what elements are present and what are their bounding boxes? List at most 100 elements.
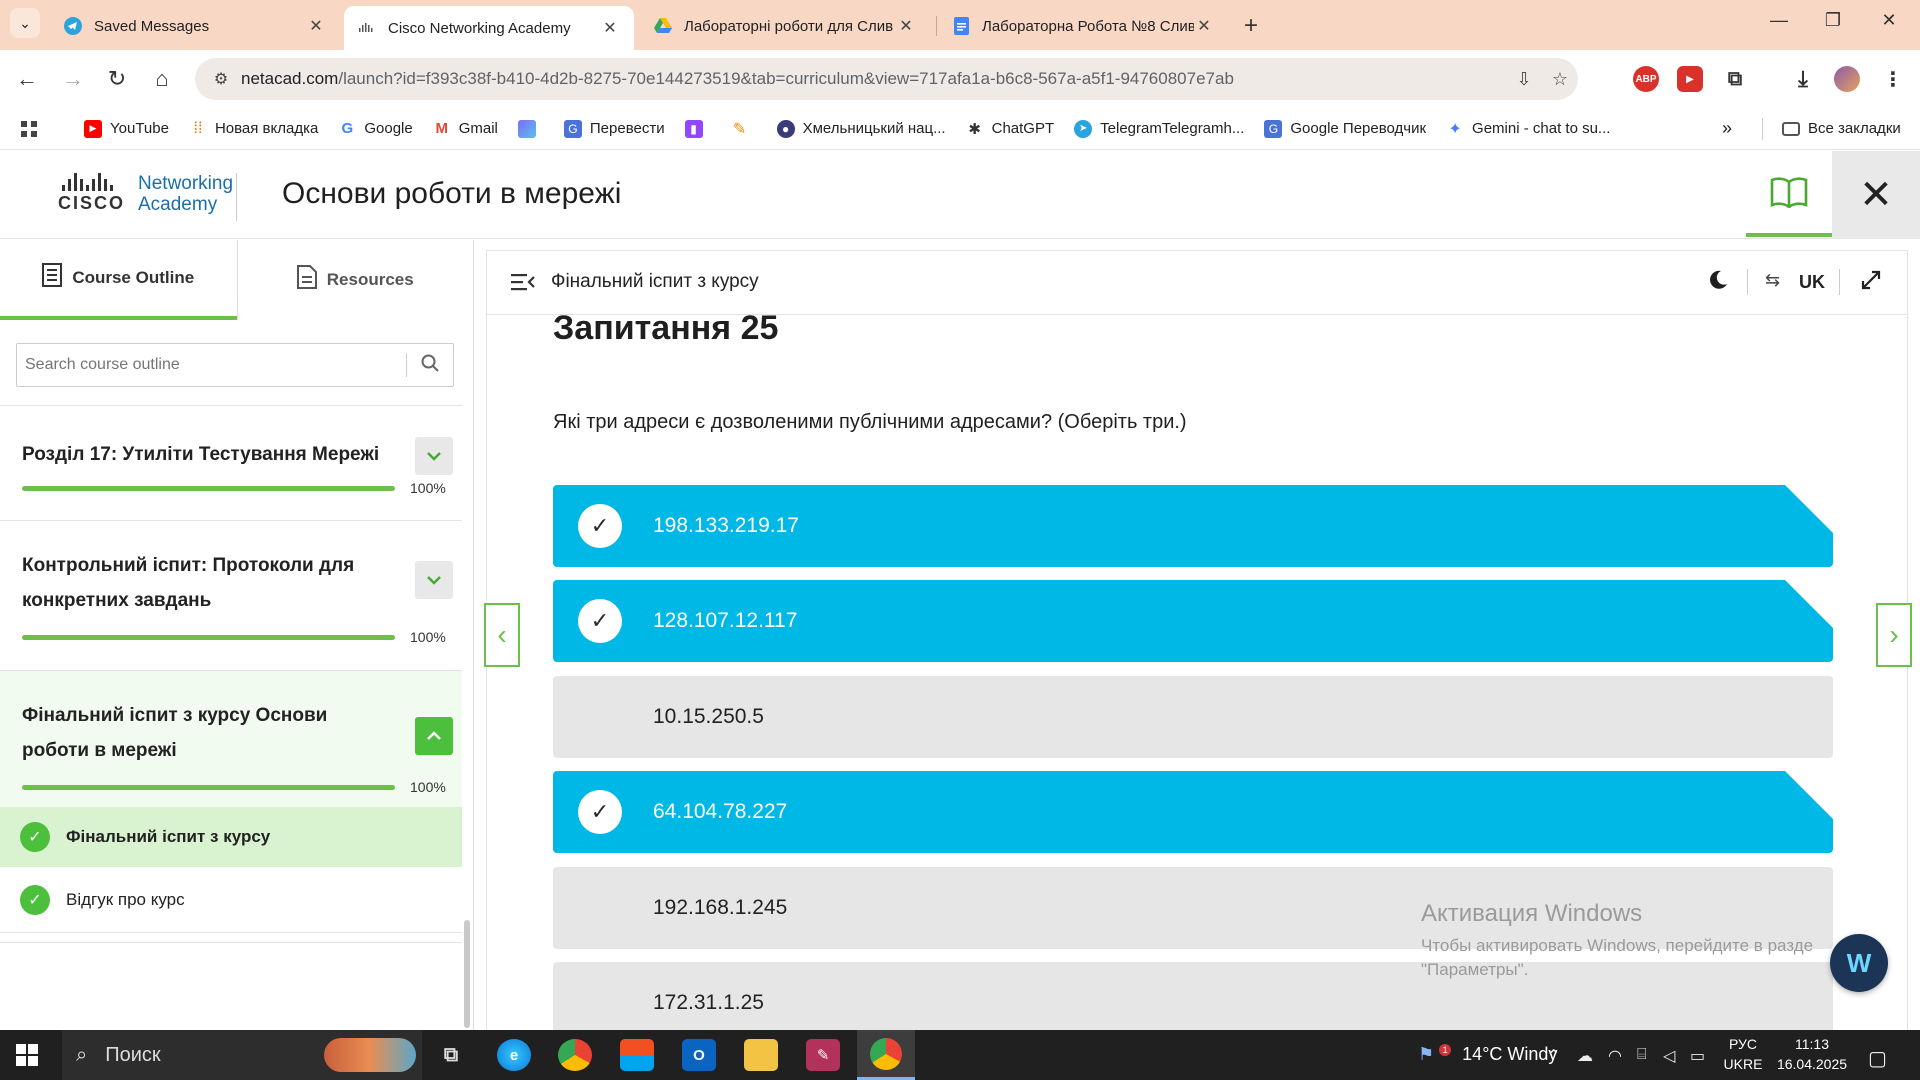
translate-icon[interactable]: ⇆ bbox=[1765, 270, 1780, 291]
bookmark-new-tab[interactable]: ⁞⁞ Новая вкладка bbox=[189, 120, 319, 138]
bookmark-gmail[interactable]: M Gmail bbox=[433, 120, 497, 138]
onedrive-cloud-icon[interactable]: ☁ bbox=[1577, 1046, 1593, 1066]
extensions-puzzle-icon[interactable]: ⧉ bbox=[1722, 66, 1748, 92]
completed-check-icon: ✓ bbox=[20, 884, 50, 915]
chevron-down-icon[interactable] bbox=[415, 561, 453, 599]
tab-lab-works[interactable]: Лабораторні роботи для Слив ✕ bbox=[640, 6, 930, 46]
previous-question-button[interactable]: ‹ bbox=[484, 603, 520, 667]
outline-section-expanded[interactable]: Фінальний іспит з курсу Основи роботи в … bbox=[0, 670, 462, 810]
more-bookmarks-icon[interactable]: » bbox=[1722, 118, 1732, 139]
input-language[interactable]: РУС UKRE bbox=[1721, 1034, 1765, 1074]
next-question-button[interactable]: › bbox=[1876, 603, 1912, 667]
paint-icon[interactable]: ✎ bbox=[806, 1039, 840, 1071]
notifications-icon[interactable]: ▢ bbox=[1868, 1046, 1887, 1071]
bookmark-gemini[interactable]: ✦ Gemini - chat to su... bbox=[1446, 120, 1610, 138]
chevron-up-icon[interactable] bbox=[415, 717, 453, 755]
bookmark-university[interactable]: ● Хмельницький нац... bbox=[776, 119, 946, 138]
chrome-icon[interactable] bbox=[558, 1039, 592, 1071]
windows-start-icon[interactable] bbox=[16, 1044, 38, 1071]
outlook-icon[interactable]: O bbox=[682, 1039, 716, 1071]
tab-lab-work-8[interactable]: Лабораторна Робота №8 Слив ✕ bbox=[938, 6, 1228, 46]
site-info-icon[interactable]: ⚙ bbox=[201, 69, 241, 89]
battery-icon[interactable]: ▭ bbox=[1690, 1046, 1705, 1066]
new-tab-button[interactable]: + bbox=[1244, 12, 1258, 40]
close-icon: ✕ bbox=[1859, 173, 1893, 217]
file-explorer-icon[interactable] bbox=[744, 1039, 778, 1071]
wifi-icon[interactable]: ◠ bbox=[1608, 1046, 1622, 1066]
close-tab-icon[interactable]: ✕ bbox=[896, 16, 916, 36]
tab-search-button[interactable]: ⌄ bbox=[10, 8, 40, 38]
apps-grid-icon[interactable] bbox=[20, 120, 38, 138]
adblock-plus-icon[interactable]: ABP bbox=[1633, 66, 1659, 92]
volume-icon[interactable]: ◁ bbox=[1663, 1046, 1675, 1066]
answer-option[interactable]: ✓ 198.133.219.17 bbox=[553, 485, 1833, 567]
show-hidden-icons[interactable]: ⌃ bbox=[1547, 1046, 1560, 1066]
search-icon[interactable] bbox=[407, 354, 453, 377]
section-progress-percent: 100% bbox=[410, 779, 446, 795]
task-view-icon[interactable]: ⧉ bbox=[434, 1039, 468, 1071]
fullscreen-expand-icon[interactable] bbox=[1860, 269, 1882, 297]
bookmark-ai[interactable] bbox=[517, 119, 544, 138]
bookmark-chatgpt[interactable]: ✱ ChatGPT bbox=[966, 120, 1054, 138]
answer-option[interactable]: 10.15.250.5 bbox=[553, 676, 1833, 758]
install-app-icon[interactable]: ⇩ bbox=[1506, 69, 1542, 90]
lesson-final-exam[interactable]: ✓ Фінальний іспит з курсу bbox=[0, 807, 462, 867]
search-input[interactable] bbox=[17, 356, 406, 374]
twitch-icon: ▮ bbox=[684, 119, 703, 138]
bookmark-youtube[interactable]: ▶ YouTube bbox=[84, 119, 169, 138]
microsoft-store-icon[interactable] bbox=[620, 1039, 654, 1071]
home-icon[interactable]: ⌂ bbox=[147, 64, 177, 94]
chevron-down-icon[interactable] bbox=[415, 437, 453, 475]
answer-option[interactable]: ✓ 64.104.78.227 bbox=[553, 771, 1833, 853]
chrome-profile-app-icon[interactable] bbox=[857, 1030, 915, 1080]
tab-cisco-networking-academy[interactable]: Cisco Networking Academy ✕ bbox=[344, 6, 634, 50]
google-icon: G bbox=[341, 120, 354, 137]
tab-course-outline[interactable]: Course Outline bbox=[0, 240, 237, 320]
weather-widget[interactable]: ⚑ 1 14°C Windy bbox=[1418, 1044, 1557, 1065]
lesson-course-feedback[interactable]: ✓ Відгук про курс bbox=[0, 867, 462, 933]
back-arrow-icon[interactable]: ← bbox=[12, 64, 42, 94]
tab-resources[interactable]: Resources bbox=[236, 240, 473, 320]
answer-option[interactable]: ✓ 128.107.12.117 bbox=[553, 580, 1833, 662]
reload-icon[interactable]: ↻ bbox=[102, 64, 132, 94]
window-close-button[interactable]: ✕ bbox=[1866, 10, 1912, 31]
bookmark-translate[interactable]: G Перевести bbox=[563, 119, 665, 138]
close-tab-icon[interactable]: ✕ bbox=[1194, 16, 1214, 36]
bookmark-twitch[interactable]: ▮ bbox=[684, 119, 711, 138]
bookmark-telegram[interactable]: ➤ TelegramTelegramh... bbox=[1074, 119, 1244, 138]
close-course-button[interactable]: ✕ bbox=[1832, 151, 1920, 239]
minimize-button[interactable]: — bbox=[1756, 10, 1802, 31]
extension-video-icon[interactable]: ▶ bbox=[1677, 66, 1703, 92]
language-selector[interactable]: UK bbox=[1799, 272, 1825, 293]
restore-button[interactable]: ❐ bbox=[1810, 10, 1856, 31]
download-icon[interactable]: ⤓ bbox=[1790, 66, 1816, 92]
tab-saved-messages[interactable]: Saved Messages ✕ bbox=[50, 6, 340, 46]
forward-arrow-icon[interactable]: → bbox=[58, 64, 88, 94]
all-bookmarks-button[interactable]: Все закладки bbox=[1782, 120, 1901, 137]
assistant-bubble-icon[interactable]: W bbox=[1830, 934, 1888, 992]
browser-menu-icon[interactable]: ⋮ bbox=[1880, 66, 1906, 92]
battery-plug-icon[interactable]: ⌸ bbox=[1637, 1046, 1647, 1064]
close-tab-icon[interactable]: ✕ bbox=[600, 18, 620, 38]
outline-section[interactable]: Розділ 17: Утиліти Тестування Мережі 100… bbox=[0, 405, 462, 520]
completed-check-icon: ✓ bbox=[20, 822, 50, 852]
clock[interactable]: 11:13 16.04.2025 bbox=[1772, 1034, 1852, 1074]
edge-icon[interactable]: e bbox=[497, 1039, 531, 1071]
collapse-menu-icon[interactable] bbox=[511, 271, 535, 297]
google-drive-icon bbox=[654, 17, 672, 35]
cisco-logo[interactable]: CISCO bbox=[58, 173, 125, 214]
sidebar-scrollbar[interactable] bbox=[464, 920, 470, 1028]
dark-mode-moon-icon[interactable] bbox=[1707, 269, 1729, 297]
book-button[interactable] bbox=[1746, 151, 1832, 237]
close-tab-icon[interactable]: ✕ bbox=[306, 16, 326, 36]
outline-icon bbox=[42, 263, 63, 293]
profile-avatar[interactable] bbox=[1834, 66, 1860, 92]
bookmark-google-translate[interactable]: G Google Переводчик bbox=[1264, 119, 1426, 138]
bookmark-extension[interactable]: ✎ bbox=[731, 120, 757, 138]
bookmark-star-icon[interactable]: ☆ bbox=[1542, 69, 1578, 90]
address-bar[interactable]: ⚙ netacad.com/launch?id=f393c38f-b410-4d… bbox=[195, 58, 1578, 100]
search-highlight-image bbox=[324, 1038, 416, 1072]
outline-section[interactable]: Контрольний іспит: Протоколи для конкрет… bbox=[0, 520, 462, 670]
url-text[interactable]: netacad.com/launch?id=f393c38f-b410-4d2b… bbox=[241, 69, 1506, 89]
bookmark-google[interactable]: G Google bbox=[338, 120, 413, 138]
